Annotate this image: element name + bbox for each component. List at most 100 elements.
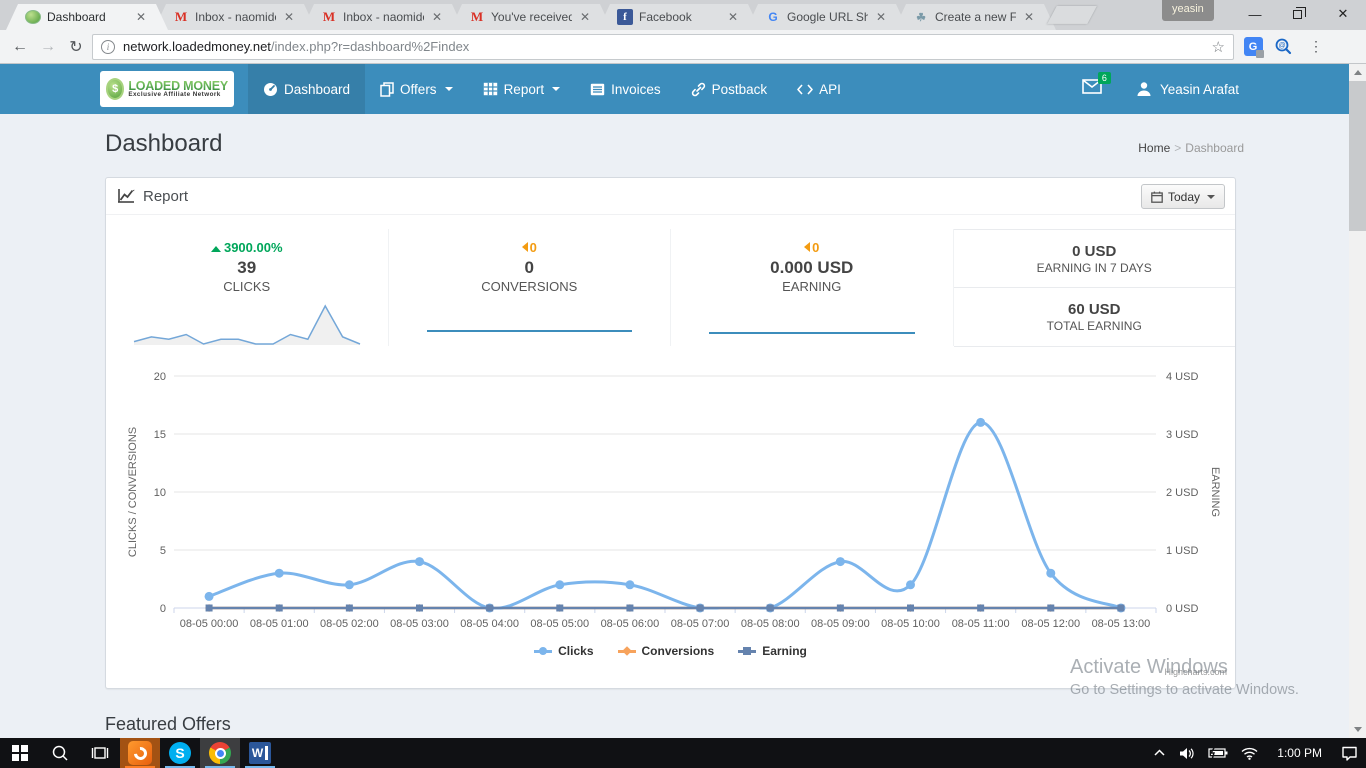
tab-close-icon[interactable]: ✕ (134, 10, 148, 24)
wifi-icon[interactable] (1241, 747, 1258, 760)
tab-title: Inbox - naomiden (195, 10, 276, 24)
messages-button[interactable]: 6 (1082, 79, 1102, 99)
user-menu[interactable]: Yeasin Arafat (1136, 81, 1239, 97)
url-path: /index.php?r=dashboard%2Findex (271, 39, 469, 54)
nav-item-report[interactable]: Report (468, 64, 576, 114)
taskbar-clock[interactable]: 1:00 PM (1271, 746, 1328, 760)
x-axis-label: 08-05 05:00 (530, 618, 589, 630)
nav-item-invoices[interactable]: Invoices (575, 64, 676, 114)
nav-label: API (819, 82, 841, 97)
x-axis-label: 08-05 00:00 (180, 618, 239, 630)
taskbar-search-button[interactable] (40, 738, 80, 768)
nav-item-offers[interactable]: Offers (365, 64, 468, 114)
caret-left-icon (804, 242, 810, 252)
bookmark-star-icon[interactable]: ☆ (1212, 38, 1225, 56)
breadcrumb: Home>Dashboard (1138, 141, 1244, 155)
breadcrumb-home[interactable]: Home (1138, 141, 1170, 155)
new-tab-button[interactable] (1047, 6, 1097, 24)
report-panel: Report Today 3900.00% 39 CLICKS 0 0 CONV… (105, 177, 1236, 689)
nav-item-postback[interactable]: Postback (676, 64, 783, 114)
clicks-value: 39 (106, 258, 388, 278)
window-minimize-button[interactable]: — (1238, 0, 1272, 28)
back-button-icon[interactable]: ← (6, 38, 34, 56)
taskbar-chrome[interactable] (200, 738, 240, 768)
nav-label: Report (504, 82, 545, 97)
site-logo[interactable]: $ LOADED MONEY Exclusive Affiliate Netwo… (100, 71, 234, 107)
earning-7days-label: EARNING IN 7 DAYS (954, 261, 1236, 275)
earning-label: EARNING (671, 279, 953, 294)
gmail-favicon: M (321, 9, 337, 25)
api-code-icon (797, 83, 813, 96)
tab-close-icon[interactable]: ✕ (1022, 10, 1036, 24)
browser-menu-icon[interactable]: ⋮ (1304, 38, 1328, 55)
volume-icon[interactable] (1179, 747, 1195, 760)
caret-up-icon (211, 246, 221, 252)
tab-close-icon[interactable]: ✕ (874, 10, 888, 24)
browser-toolbar: ← → ↻ i network.loadedmoney.net/index.ph… (0, 30, 1366, 64)
legend-item-clicks[interactable]: Clicks (534, 644, 593, 658)
browser-tab-url-shortener[interactable]: G Google URL Short ✕ (746, 4, 908, 30)
stat-card-conversions: 0 0 CONVERSIONS (389, 229, 672, 346)
page-info-icon[interactable]: i (101, 40, 115, 54)
report-panel-header: Report Today (106, 178, 1235, 215)
window-close-button[interactable]: ✕ (1326, 0, 1360, 28)
x-axis-label: 08-05 11:00 (952, 618, 1010, 630)
earning-point (977, 605, 984, 612)
legend-item-earning[interactable]: Earning (738, 644, 807, 658)
total-earning-block: 60 USD TOTAL EARNING (954, 288, 1236, 346)
hidden-icons-chevron-icon[interactable] (1153, 748, 1166, 758)
chevron-down-icon (445, 87, 453, 91)
browser-tab-inbox-1[interactable]: M Inbox - naomiden ✕ (154, 4, 316, 30)
legend-item-conversions[interactable]: Conversions (618, 644, 715, 658)
tab-close-icon[interactable]: ✕ (578, 10, 592, 24)
chevron-down-icon (552, 87, 560, 91)
conversions-change: 0 (389, 240, 671, 255)
window-restore-button[interactable] (1280, 0, 1314, 28)
task-view-button[interactable] (80, 738, 120, 768)
nav-item-api[interactable]: API (782, 64, 856, 114)
battery-icon[interactable] (1208, 747, 1228, 759)
taskbar-word[interactable]: W (240, 738, 280, 768)
highcharts-credit[interactable]: Highcharts.com (1164, 667, 1227, 677)
right-axis-title: EARNING (1209, 467, 1221, 517)
conversions-marker-icon (618, 647, 636, 656)
translate-extension-icon[interactable]: G (1242, 36, 1264, 58)
clicks-point (1046, 569, 1055, 578)
tab-close-icon[interactable]: ✕ (282, 10, 296, 24)
taskbar-skype[interactable]: S (160, 738, 200, 768)
clicks-point (415, 557, 424, 566)
date-filter-button[interactable]: Today (1141, 184, 1225, 209)
search-extension-icon[interactable]: @ (1272, 36, 1294, 58)
clicks-point (555, 580, 564, 589)
scroll-down-icon[interactable] (1349, 721, 1366, 738)
earning-change: 0 (671, 240, 953, 255)
translate-icon: G (1244, 37, 1263, 56)
taskbar-uc-browser[interactable] (120, 738, 160, 768)
tab-close-icon[interactable]: ✕ (726, 10, 740, 24)
browser-tab-inbox-2[interactable]: M Inbox - naomiden ✕ (302, 4, 464, 30)
main-menu: Dashboard Offers Report Invoices Postbac… (248, 64, 856, 114)
start-button[interactable] (0, 738, 40, 768)
earning-point (626, 605, 633, 612)
browser-profile-name[interactable]: yeasin (1162, 0, 1214, 21)
dashboard-icon (263, 82, 278, 97)
site-navbar: $ LOADED MONEY Exclusive Affiliate Netwo… (0, 64, 1349, 114)
browser-tab-facebook[interactable]: f Facebook ✕ (598, 4, 760, 30)
url-text[interactable]: network.loadedmoney.net/index.php?r=dash… (123, 39, 1204, 54)
browser-tab-received[interactable]: M You've received m ✕ (450, 4, 612, 30)
scroll-up-icon[interactable] (1349, 64, 1366, 81)
tab-title: Create a new Free (935, 10, 1016, 24)
browser-tab-dashboard[interactable]: Dashboard ✕ (6, 4, 168, 30)
gmail-favicon: M (173, 9, 189, 25)
page-scrollbar[interactable] (1349, 64, 1366, 738)
tab-close-icon[interactable]: ✕ (430, 10, 444, 24)
browser-tab-create-free[interactable]: ☘ Create a new Free ✕ (894, 4, 1056, 30)
x-axis-label: 08-05 06:00 (601, 618, 660, 630)
address-bar[interactable]: i network.loadedmoney.net/index.php?r=da… (92, 34, 1234, 60)
clicks-point (205, 592, 214, 601)
scrollbar-thumb[interactable] (1349, 81, 1366, 231)
nav-item-dashboard[interactable]: Dashboard (248, 64, 365, 114)
reload-button-icon[interactable]: ↻ (62, 37, 90, 57)
right-axis-tick-label: 3 USD (1166, 429, 1198, 441)
action-center-icon[interactable] (1341, 746, 1358, 761)
